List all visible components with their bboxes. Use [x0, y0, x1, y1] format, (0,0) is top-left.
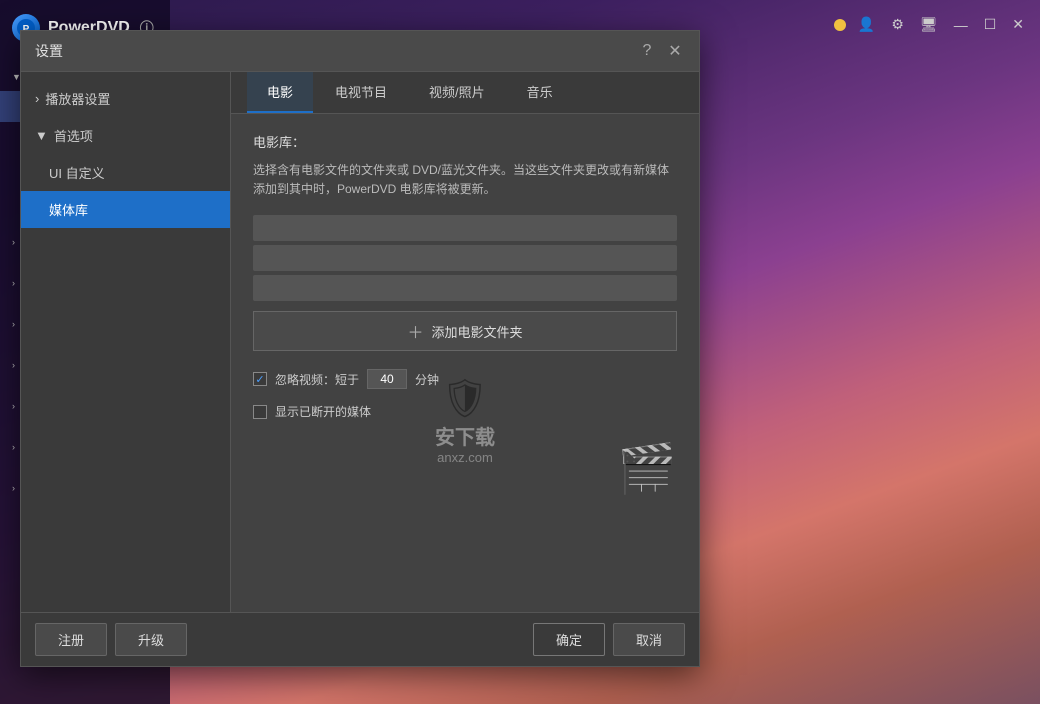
nav-panel: › 播放器设置 ▼ 首选项 UI 自定义 媒体库 [21, 72, 231, 612]
settings-dialog: 设置 ? ✕ › 播放器设置 ▼ 首选项 UI 自定义 媒体库 [20, 30, 700, 667]
add-folder-button[interactable]: ＋ 添加电影文件夹 [253, 311, 677, 351]
tab-video-photo-label: 视频/照片 [429, 85, 485, 100]
status-dot [834, 19, 846, 31]
maximize-button[interactable]: ☐ [980, 14, 1001, 35]
content-inner: 电影库： 选择含有电影文件的文件夹或 DVD/蓝光文件夹。当这些文件夹更改或有新… [231, 114, 699, 612]
settings-icon[interactable]: ⚙ [887, 14, 908, 35]
content-panel: 电影 电视节目 视频/照片 音乐 电影库： 选择含有电影文件的文件夹或 DVD/… [231, 72, 699, 612]
close-button[interactable]: ✕ [1008, 14, 1028, 35]
film-clapper-icon: 🎬 [617, 440, 677, 497]
nav-ui-label: UI 自定义 [49, 163, 105, 182]
dialog-titlebar: 设置 ? ✕ [21, 31, 699, 72]
section-label: 电影库： [253, 132, 677, 151]
chevron-right-icon6: › [12, 442, 15, 452]
tabs-bar: 电影 电视节目 视频/照片 音乐 [231, 72, 699, 114]
nav-ui-customize[interactable]: UI 自定义 [21, 154, 230, 191]
nav-expand-icon: › [35, 91, 39, 106]
folder-item-3 [253, 275, 677, 301]
chevron-right-icon4: › [12, 360, 15, 370]
help-button[interactable]: ? [637, 41, 657, 61]
tab-tv[interactable]: 电视节目 [315, 72, 407, 113]
dialog-body: › 播放器设置 ▼ 首选项 UI 自定义 媒体库 电影 电视节目 [21, 72, 699, 612]
tab-video-photo[interactable]: 视频/照片 [409, 72, 505, 113]
desc-text: 选择含有电影文件的文件夹或 DVD/蓝光文件夹。当这些文件夹更改或有新媒体添加到… [253, 161, 677, 199]
ignore-unit-label: 分钟 [415, 371, 439, 388]
dialog-footer: 注册 升级 确定 取消 [21, 612, 699, 666]
dialog-title: 设置 [35, 41, 63, 61]
footer-right: 确定 取消 [533, 623, 685, 656]
chevron-right-icon7: › [12, 483, 15, 493]
ignore-minutes-input[interactable] [367, 369, 407, 389]
cancel-button[interactable]: 取消 [613, 623, 685, 656]
chevron-right-icon5: › [12, 401, 15, 411]
disconnected-checkbox[interactable] [253, 405, 267, 419]
ignore-video-checkbox[interactable] [253, 372, 267, 386]
footer-left: 注册 升级 [35, 623, 187, 656]
plus-icon: ＋ [407, 319, 423, 343]
film-icon-area: 🎬 [253, 440, 677, 497]
upgrade-button[interactable]: 升级 [115, 623, 187, 656]
nav-player-settings[interactable]: › 播放器设置 [21, 80, 230, 117]
folder-item-1 [253, 215, 677, 241]
confirm-button[interactable]: 确定 [533, 623, 605, 656]
nav-collapse-icon: ▼ [35, 128, 48, 143]
dialog-title-controls: ? ✕ [637, 41, 685, 61]
tab-music[interactable]: 音乐 [507, 72, 573, 113]
add-folder-label: 添加电影文件夹 [432, 322, 523, 341]
tab-music-label: 音乐 [527, 85, 553, 100]
tab-tv-label: 电视节目 [335, 85, 387, 100]
ignore-label-1: 忽略视频：短于 [275, 371, 359, 388]
nav-media-label: 媒体库 [49, 200, 88, 219]
disconnected-row: 显示已断开的媒体 [253, 403, 677, 420]
nav-media-library[interactable]: 媒体库 [21, 191, 230, 228]
user-icon[interactable]: 👤 [854, 14, 879, 35]
chevron-right-icon3: › [12, 319, 15, 329]
titlebar-controls: 👤 ⚙ 🖥 — ☐ ✕ [834, 14, 1028, 35]
nav-preferences-label: 首选项 [54, 126, 93, 145]
tab-movie[interactable]: 电影 [247, 72, 313, 113]
tab-movie-label: 电影 [267, 85, 293, 100]
dialog-close-button[interactable]: ✕ [665, 41, 685, 61]
chevron-right-icon2: › [12, 278, 15, 288]
folder-list [253, 215, 677, 301]
monitor-icon[interactable]: 🖥 [916, 14, 942, 35]
register-button[interactable]: 注册 [35, 623, 107, 656]
disconnected-label: 显示已断开的媒体 [275, 403, 371, 420]
chevron-right-icon: › [12, 237, 15, 247]
folder-item-2 [253, 245, 677, 271]
nav-player-settings-label: 播放器设置 [45, 89, 110, 108]
minimize-button[interactable]: — [950, 15, 972, 35]
nav-preferences[interactable]: ▼ 首选项 [21, 117, 230, 154]
ignore-video-row: 忽略视频：短于 分钟 [253, 369, 677, 389]
